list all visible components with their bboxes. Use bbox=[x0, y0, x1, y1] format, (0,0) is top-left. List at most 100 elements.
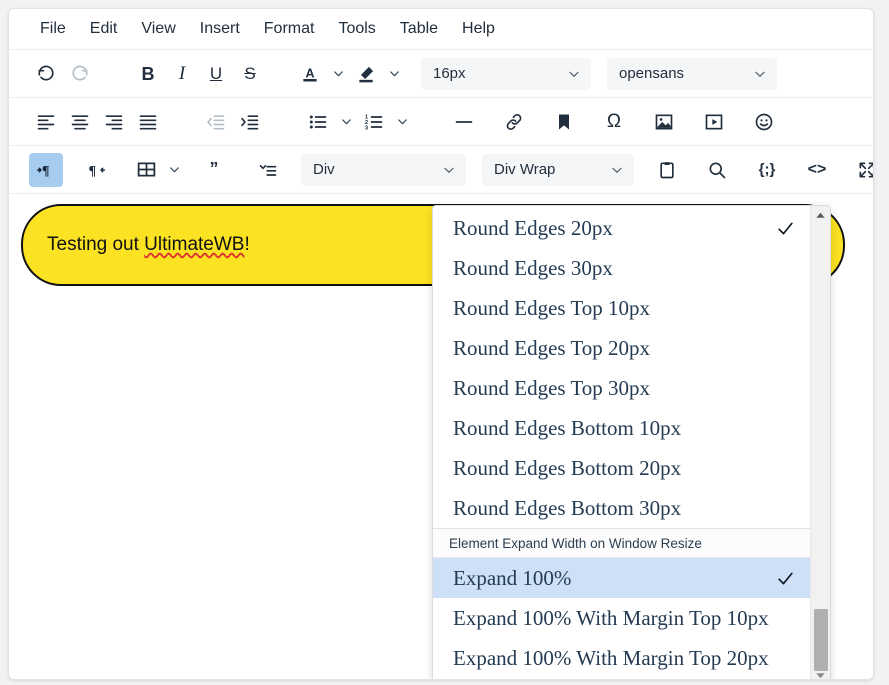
menu-item-tools[interactable]: Tools bbox=[329, 17, 384, 41]
checkmark-icon bbox=[774, 569, 796, 588]
dropdown-options-list: Round Edges 20px Round Edges 30px Round … bbox=[433, 206, 810, 680]
underline-icon: U bbox=[210, 65, 222, 82]
menu-item-format[interactable]: Format bbox=[255, 17, 324, 41]
svg-text:3: 3 bbox=[365, 125, 369, 131]
source-code-button[interactable]: <> bbox=[800, 153, 834, 187]
svg-text:A: A bbox=[305, 66, 314, 80]
div-wrap-dropdown-menu[interactable]: Round Edges 20px Round Edges 30px Round … bbox=[432, 205, 831, 680]
rtl-icon: ¶ bbox=[86, 160, 106, 180]
emoji-icon bbox=[754, 112, 774, 132]
search-icon bbox=[707, 160, 727, 180]
table-chevron-down-icon[interactable] bbox=[163, 153, 185, 187]
align-right-button[interactable] bbox=[97, 105, 131, 139]
dropdown-item-label: Round Edges Top 30px bbox=[453, 376, 650, 401]
text-color-chevron-down-icon[interactable] bbox=[327, 57, 349, 91]
blockquote-button[interactable]: ” bbox=[201, 153, 235, 187]
div-wrap-select[interactable]: Div Wrap bbox=[482, 154, 634, 186]
redo-button[interactable] bbox=[63, 57, 97, 91]
outdent-icon bbox=[206, 112, 226, 132]
highlight-color-chevron-down-icon[interactable] bbox=[383, 57, 405, 91]
bold-button[interactable]: B bbox=[131, 57, 165, 91]
rtl-button[interactable]: ¶ bbox=[79, 153, 113, 187]
insert-media-button[interactable] bbox=[697, 105, 731, 139]
dropdown-item-round-edges-top-10px[interactable]: Round Edges Top 10px bbox=[433, 288, 810, 328]
svg-text:”: ” bbox=[210, 160, 219, 178]
omega-icon: Ω bbox=[607, 112, 621, 131]
image-icon bbox=[654, 112, 674, 132]
dropdown-item-expand-100-margin-top-10px[interactable]: Expand 100% With Margin Top 10px bbox=[433, 598, 810, 638]
link-button[interactable] bbox=[497, 105, 531, 139]
text-color-button[interactable]: A bbox=[293, 57, 327, 91]
menu-item-table[interactable]: Table bbox=[391, 17, 447, 41]
bullet-list-button[interactable] bbox=[301, 105, 335, 139]
numbered-list-button[interactable]: 123 bbox=[357, 105, 391, 139]
dropdown-item-round-edges-bottom-30px[interactable]: Round Edges Bottom 30px bbox=[433, 488, 810, 528]
align-justify-button[interactable] bbox=[131, 105, 165, 139]
dropdown-item-round-edges-top-20px[interactable]: Round Edges Top 20px bbox=[433, 328, 810, 368]
editor-text-misspelled: UltimateWB bbox=[144, 234, 244, 255]
dropdown-item-round-edges-30px[interactable]: Round Edges 30px bbox=[433, 248, 810, 288]
outdent-button[interactable] bbox=[199, 105, 233, 139]
insert-image-button[interactable] bbox=[647, 105, 681, 139]
align-left-icon bbox=[36, 112, 56, 132]
dropdown-item-round-edges-bottom-20px[interactable]: Round Edges Bottom 20px bbox=[433, 448, 810, 488]
table-button[interactable] bbox=[129, 153, 163, 187]
italic-button[interactable]: I bbox=[165, 57, 199, 91]
search-button[interactable] bbox=[700, 153, 734, 187]
menu-item-view[interactable]: View bbox=[132, 17, 184, 41]
highlight-color-button[interactable] bbox=[349, 57, 383, 91]
menu-item-edit[interactable]: Edit bbox=[81, 17, 127, 41]
dropdown-item-expand-100[interactable]: Expand 100% bbox=[433, 558, 810, 598]
numbered-list-chevron-down-icon[interactable] bbox=[391, 105, 413, 139]
bold-icon: B bbox=[142, 65, 155, 83]
undo-button[interactable] bbox=[29, 57, 63, 91]
emoji-button[interactable] bbox=[747, 105, 781, 139]
scroll-up-arrow-icon[interactable] bbox=[811, 206, 831, 224]
block-format-value: Div bbox=[313, 161, 335, 178]
dropdown-item-label: Expand 100% With Margin Top 10px bbox=[453, 606, 769, 631]
dropdown-scrollbar[interactable] bbox=[810, 206, 830, 680]
strikethrough-button[interactable]: S bbox=[233, 57, 267, 91]
css-style-button[interactable]: {;} bbox=[750, 153, 784, 187]
toolbar-row-paragraph: 123 Ω bbox=[9, 97, 873, 145]
paste-button[interactable] bbox=[650, 153, 684, 187]
table-icon bbox=[136, 159, 157, 180]
font-size-select[interactable]: 16px bbox=[421, 58, 591, 90]
dropdown-item-round-edges-bottom-10px[interactable]: Round Edges Bottom 10px bbox=[433, 408, 810, 448]
dropdown-item-label: Round Edges Bottom 20px bbox=[453, 456, 681, 481]
block-format-select[interactable]: Div bbox=[301, 154, 466, 186]
indent-icon bbox=[240, 112, 260, 132]
dropdown-item-label: Round Edges Bottom 30px bbox=[453, 496, 681, 521]
align-left-button[interactable] bbox=[29, 105, 63, 139]
menu-item-insert[interactable]: Insert bbox=[191, 17, 249, 41]
dropdown-item-label: Round Edges Top 10px bbox=[453, 296, 650, 321]
indent-button[interactable] bbox=[233, 105, 267, 139]
dropdown-item-label: Round Edges 30px bbox=[453, 256, 613, 281]
align-right-icon bbox=[104, 112, 124, 132]
bullet-list-chevron-down-icon[interactable] bbox=[335, 105, 357, 139]
menu-item-help[interactable]: Help bbox=[453, 17, 504, 41]
scrollbar-thumb[interactable] bbox=[814, 609, 828, 671]
paste-icon bbox=[657, 160, 677, 180]
anchor-bookmark-button[interactable] bbox=[547, 105, 581, 139]
blockquote-icon: ” bbox=[208, 160, 228, 180]
menubar: File Edit View Insert Format Tools Table… bbox=[9, 9, 873, 49]
fullscreen-button[interactable] bbox=[850, 153, 874, 187]
font-family-select[interactable]: opensans bbox=[607, 58, 777, 90]
dropdown-item-round-edges-20px[interactable]: Round Edges 20px bbox=[433, 208, 810, 248]
line-height-button[interactable] bbox=[251, 153, 285, 187]
source-code-icon: <> bbox=[808, 162, 827, 178]
menu-item-file[interactable]: File bbox=[31, 17, 75, 41]
align-center-button[interactable] bbox=[63, 105, 97, 139]
ltr-button[interactable]: ¶ bbox=[29, 153, 63, 187]
underline-button[interactable]: U bbox=[199, 57, 233, 91]
dropdown-group-header: Element Expand Width on Window Resize bbox=[433, 528, 810, 558]
dropdown-item-round-edges-top-30px[interactable]: Round Edges Top 30px bbox=[433, 368, 810, 408]
highlight-color-icon bbox=[356, 64, 376, 84]
dropdown-item-expand-100-margin-top-20px[interactable]: Expand 100% With Margin Top 20px bbox=[433, 638, 810, 678]
special-character-button[interactable]: Ω bbox=[597, 105, 631, 139]
text-color-icon: A bbox=[300, 64, 320, 84]
editor-text: Testing out UltimateWB! bbox=[47, 234, 250, 256]
media-video-icon bbox=[704, 112, 724, 132]
horizontal-rule-button[interactable] bbox=[447, 105, 481, 139]
